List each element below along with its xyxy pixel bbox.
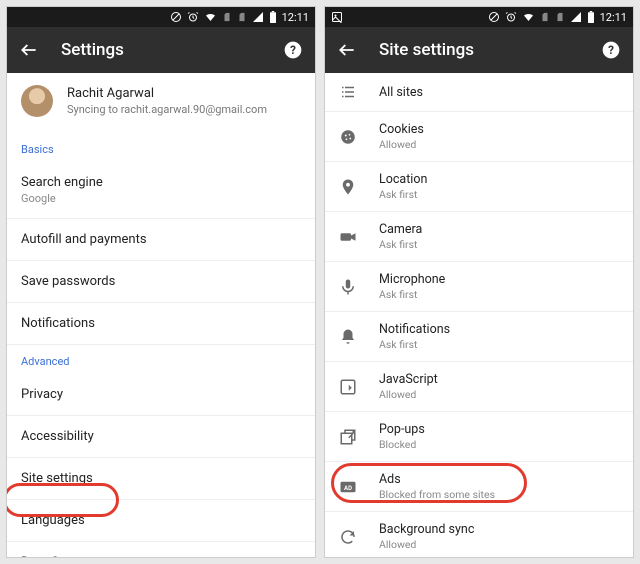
status-time: 12:11 — [282, 11, 309, 24]
row-label: JavaScript — [379, 372, 619, 387]
appbar-title: Site settings — [379, 40, 601, 60]
row-label: All sites — [379, 85, 619, 100]
profile-row[interactable]: Rachit Agarwal Syncing to rachit.agarwal… — [7, 73, 315, 133]
row-languages[interactable]: Languages — [7, 500, 315, 542]
row-label: Accessibility — [21, 429, 301, 444]
cell-icon — [570, 11, 582, 23]
row-background-sync[interactable]: Background syncAllowed — [325, 512, 633, 557]
row-label: Privacy — [21, 387, 301, 402]
alarm-icon — [505, 11, 517, 23]
back-icon[interactable] — [337, 40, 357, 60]
help-icon[interactable]: ? — [283, 40, 303, 60]
row-accessibility[interactable]: Accessibility — [7, 416, 315, 458]
wifi-icon — [522, 11, 535, 23]
row-label: Camera — [379, 222, 619, 237]
camera-icon — [339, 228, 369, 246]
row-javascript[interactable]: JavaScriptAllowed — [325, 362, 633, 412]
row-save-passwords[interactable]: Save passwords — [7, 261, 315, 303]
row-sublabel: Allowed — [379, 388, 619, 401]
row-label: Ads — [379, 472, 619, 487]
cookie-icon — [339, 128, 369, 146]
profile-avatar — [21, 85, 53, 117]
phone-right: 12:11 Site settings ? All sites CookiesA… — [324, 6, 634, 558]
row-sublabel: Ask first — [379, 288, 619, 301]
row-sublabel: Ask first — [379, 338, 619, 351]
svg-text:?: ? — [608, 43, 614, 57]
svg-text:AD: AD — [344, 485, 352, 492]
row-sublabel: Allowed — [379, 138, 619, 151]
dnd-icon — [488, 11, 500, 23]
row-ads[interactable]: AD AdsBlocked from some sites — [325, 462, 633, 512]
appbar-title: Settings — [61, 40, 283, 60]
alarm-icon — [187, 11, 199, 23]
mic-icon — [339, 278, 369, 296]
nosim-icon — [540, 11, 550, 23]
row-camera[interactable]: CameraAsk first — [325, 212, 633, 262]
svg-text:?: ? — [290, 43, 296, 57]
row-label: Save passwords — [21, 274, 301, 289]
row-data-saver[interactable]: Data Saver 1% data savings — [7, 542, 315, 557]
row-label: Autofill and payments — [21, 232, 301, 247]
row-label: Notifications — [379, 322, 619, 337]
row-all-sites[interactable]: All sites — [325, 73, 633, 112]
row-sublabel: Blocked from some sites — [379, 488, 619, 501]
row-microphone[interactable]: MicrophoneAsk first — [325, 262, 633, 312]
battery-icon — [269, 11, 277, 23]
row-label: Microphone — [379, 272, 619, 287]
row-cookies[interactable]: CookiesAllowed — [325, 112, 633, 162]
nosim2-icon — [237, 11, 247, 23]
location-icon — [339, 178, 369, 196]
js-icon — [339, 378, 369, 396]
nosim2-icon — [555, 11, 565, 23]
section-advanced-label: Advanced — [7, 345, 315, 374]
bell-icon — [339, 328, 369, 346]
wifi-icon — [204, 11, 217, 23]
row-search-engine[interactable]: Search engine Google — [7, 162, 315, 219]
row-site-settings[interactable]: Site settings — [7, 458, 315, 500]
ads-icon: AD — [339, 478, 369, 496]
row-sublabel: Google — [21, 192, 301, 205]
popup-icon — [339, 428, 369, 446]
row-sublabel: Allowed — [379, 538, 619, 551]
row-location[interactable]: LocationAsk first — [325, 162, 633, 212]
row-label: Cookies — [379, 122, 619, 137]
row-notifications[interactable]: Notifications — [7, 303, 315, 345]
back-icon[interactable] — [19, 40, 39, 60]
dnd-icon — [170, 11, 182, 23]
app-bar: Settings ? — [7, 27, 315, 73]
row-sublabel: Ask first — [379, 238, 619, 251]
help-icon[interactable]: ? — [601, 40, 621, 60]
cell-icon — [252, 11, 264, 23]
row-label: Pop-ups — [379, 422, 619, 437]
site-settings-content: All sites CookiesAllowed LocationAsk fir… — [325, 73, 633, 557]
row-label: Location — [379, 172, 619, 187]
list-icon — [339, 83, 369, 101]
row-label: Background sync — [379, 522, 619, 537]
status-bar: 12:11 — [7, 7, 315, 27]
profile-sync: Syncing to rachit.agarwal.90@gmail.com — [67, 103, 267, 116]
row-label: Notifications — [21, 316, 301, 331]
phone-left: 12:11 Settings ? Rachit Agarwal Syncing … — [6, 6, 316, 558]
status-bar: 12:11 — [325, 7, 633, 27]
section-basics-label: Basics — [7, 133, 315, 162]
row-autofill[interactable]: Autofill and payments — [7, 219, 315, 261]
row-label: Site settings — [21, 471, 301, 486]
row-sublabel: Blocked — [379, 438, 619, 451]
row-privacy[interactable]: Privacy — [7, 374, 315, 416]
row-notifications[interactable]: NotificationsAsk first — [325, 312, 633, 362]
row-popups[interactable]: Pop-upsBlocked — [325, 412, 633, 462]
nosim-icon — [222, 11, 232, 23]
status-time: 12:11 — [600, 11, 627, 24]
battery-icon — [587, 11, 595, 23]
row-sublabel: Ask first — [379, 188, 619, 201]
screenshot-icon — [331, 11, 343, 23]
row-label: Data Saver — [21, 555, 301, 557]
sync-icon — [339, 528, 369, 546]
profile-name: Rachit Agarwal — [67, 86, 267, 101]
row-label: Search engine — [21, 175, 301, 190]
settings-content: Rachit Agarwal Syncing to rachit.agarwal… — [7, 73, 315, 557]
row-label: Languages — [21, 513, 301, 528]
app-bar: Site settings ? — [325, 27, 633, 73]
